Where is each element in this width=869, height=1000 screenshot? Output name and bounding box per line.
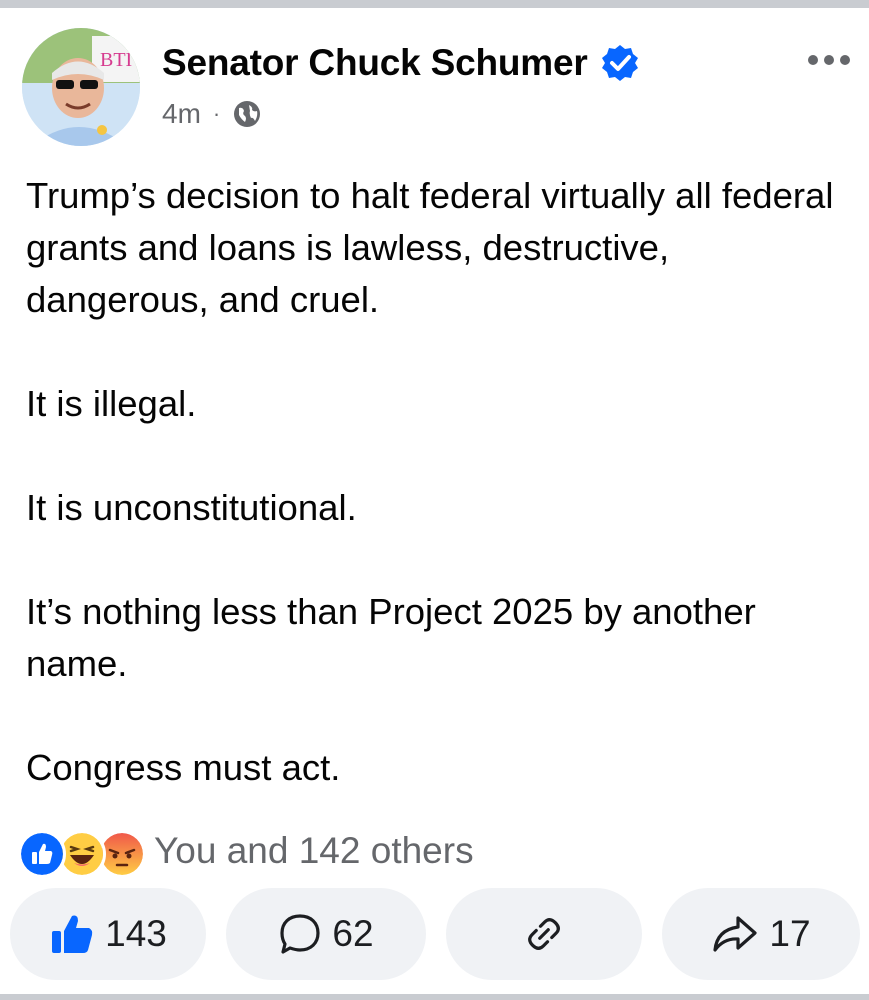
avatar[interactable]: BTI	[22, 28, 140, 146]
like-count: 143	[105, 913, 167, 954]
reaction-icons	[18, 826, 146, 878]
post-actions: 143 62 17	[10, 888, 860, 980]
post-header: BTI Senator Chuck Schumer 4m ·	[22, 28, 852, 148]
author-row: Senator Chuck Schumer	[162, 42, 640, 84]
like-reaction-icon	[18, 830, 66, 878]
reactions-count-text[interactable]: You and 142 others	[154, 830, 474, 872]
author-name[interactable]: Senator Chuck Schumer	[162, 42, 588, 84]
share-arrow-icon	[713, 916, 758, 952]
verified-badge-icon	[601, 45, 638, 81]
avatar-sign-text: BTI	[100, 49, 132, 71]
comment-button[interactable]: 62	[226, 888, 426, 980]
post-paragraph: It is unconstitutional.	[26, 487, 357, 528]
globe-icon[interactable]	[232, 99, 262, 129]
like-button[interactable]: 143	[10, 888, 206, 980]
comment-icon	[280, 914, 321, 954]
post-text: Trump’s decision to halt federal virtual…	[26, 170, 846, 794]
post-paragraph: Trump’s decision to halt federal virtual…	[26, 175, 834, 320]
copy-link-button[interactable]	[446, 888, 642, 980]
avatar-photo: BTI	[22, 28, 140, 146]
share-button[interactable]: 17	[662, 888, 860, 980]
meta-separator: ·	[212, 101, 221, 126]
share-count: 17	[769, 913, 811, 954]
post-paragraph: Congress must act.	[26, 747, 341, 788]
bottom-divider	[0, 994, 869, 1000]
more-options-icon[interactable]	[806, 50, 852, 70]
post-paragraph: It’s nothing less than Project 2025 by a…	[26, 591, 756, 684]
post-paragraph: It is illegal.	[26, 383, 197, 424]
reactions-summary[interactable]: You and 142 others	[18, 826, 474, 878]
link-icon	[528, 918, 560, 950]
comment-count: 62	[332, 913, 374, 954]
thumbs-up-icon	[52, 915, 93, 953]
post-meta: 4m ·	[162, 98, 262, 130]
top-divider	[0, 0, 869, 8]
post-timestamp[interactable]: 4m	[162, 98, 201, 130]
